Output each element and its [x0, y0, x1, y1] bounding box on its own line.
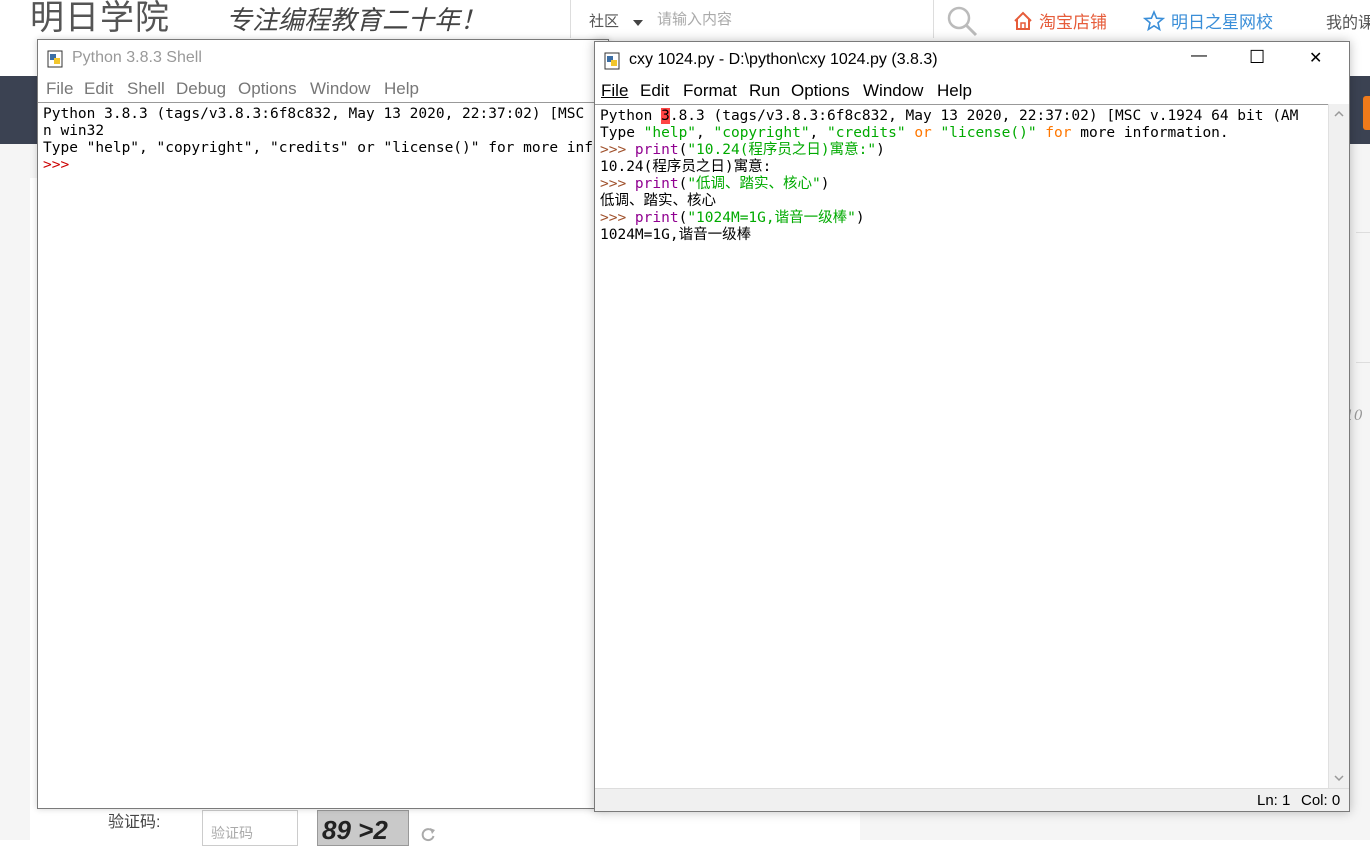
output-line: 1024M=1G,谐音一级棒 — [600, 227, 752, 243]
my-courses-link[interactable]: 我的课 — [1326, 9, 1370, 33]
text-cursor: 3 — [661, 108, 670, 124]
shell-menubar: File Edit Shell Debug Options Window Hel… — [38, 76, 608, 102]
taobao-shop-link[interactable]: 淘宝店铺 — [1013, 8, 1107, 33]
scroll-down-icon[interactable] — [1329, 770, 1349, 786]
code-line: Python 3.8.3 (tags/v3.8.3:6f8c832, May 1… — [600, 108, 1299, 124]
shell-prompt: >>> — [43, 157, 70, 173]
editor-titlebar[interactable]: cxy 1024.py - D:\python\cxy 1024.py (3.8… — [595, 42, 1349, 78]
shell-title: Python 3.8.3 Shell — [72, 49, 202, 66]
site-slogan: 专注编程教育二十年！ — [226, 6, 487, 36]
menu-help[interactable]: Help — [937, 81, 972, 101]
menu-format[interactable]: Format — [683, 81, 737, 101]
shell-window[interactable]: Python 3.8.3 Shell File Edit Shell Debug… — [37, 39, 609, 809]
minimize-button[interactable]: — — [1191, 47, 1207, 65]
mingri-star-link[interactable]: 明日之星网校 — [1143, 8, 1273, 33]
taobao-shop-label: 淘宝店铺 — [1039, 13, 1107, 32]
menu-debug[interactable]: Debug — [176, 79, 226, 99]
search-icon[interactable] — [945, 4, 979, 38]
vertical-scrollbar[interactable] — [1328, 104, 1349, 788]
menu-file[interactable]: File — [46, 79, 73, 99]
captcha-input[interactable]: 验证码 — [202, 810, 298, 846]
shell-line: Type "help", "copyright", "credits" or "… — [43, 140, 608, 156]
python-file-icon — [604, 52, 620, 70]
shell-titlebar[interactable]: Python 3.8.3 Shell — [38, 40, 608, 76]
menu-file[interactable]: File — [601, 81, 628, 101]
site-search-box[interactable]: 社区 请输入内容 — [570, 0, 934, 38]
site-logo[interactable]: 明日学院 — [30, 0, 170, 39]
menu-options[interactable]: Options — [238, 79, 297, 99]
code-line: >>> print("10.24(程序员之日)寓意:") — [600, 142, 885, 158]
close-button[interactable]: ✕ — [1309, 48, 1322, 68]
divider — [1356, 362, 1370, 363]
code-line: Type "help", "copyright", "credits" or "… — [600, 125, 1229, 141]
status-line: Ln: 1 — [1257, 792, 1291, 809]
output-line: 低调、踏实、核心 — [600, 193, 716, 209]
star-icon — [1143, 9, 1165, 31]
captcha-label: 验证码: — [108, 814, 161, 831]
output-line: 10.24(程序员之日)寓意: — [600, 159, 772, 175]
captcha-placeholder: 验证码 — [211, 825, 253, 841]
menu-run[interactable]: Run — [749, 81, 780, 101]
editor-menubar: File Edit Format Run Options Window Help — [595, 78, 1349, 104]
menu-help[interactable]: Help — [384, 79, 419, 99]
search-input[interactable]: 请输入内容 — [657, 8, 732, 29]
menu-edit[interactable]: Edit — [84, 79, 113, 99]
shell-line: Python 3.8.3 (tags/v3.8.3:6f8c832, May 1… — [43, 106, 585, 122]
editor-title: cxy 1024.py - D:\python\cxy 1024.py (3.8… — [629, 51, 938, 68]
menu-options[interactable]: Options — [791, 81, 850, 101]
menu-window[interactable]: Window — [863, 81, 923, 101]
menu-window[interactable]: Window — [310, 79, 370, 99]
shell-line: n win32 — [43, 123, 105, 139]
menu-shell[interactable]: Shell — [127, 79, 165, 99]
menu-edit[interactable]: Edit — [640, 81, 669, 101]
divider — [1356, 232, 1370, 233]
code-line: >>> print("低调、踏实、核心") — [600, 176, 830, 192]
status-column: Col: 0 — [1301, 792, 1341, 809]
home-icon — [1014, 11, 1032, 30]
chevron-down-icon[interactable] — [633, 20, 643, 26]
scroll-up-icon[interactable] — [1329, 106, 1349, 122]
captcha-text: 89 >2 — [322, 815, 388, 845]
orange-side-tab[interactable] — [1363, 96, 1370, 130]
python-idle-icon — [47, 50, 63, 68]
code-line: >>> print("1024M=1G,谐音一级棒") — [600, 210, 865, 226]
editor-window[interactable]: cxy 1024.py - D:\python\cxy 1024.py (3.8… — [594, 41, 1350, 812]
mingri-star-label: 明日之星网校 — [1171, 13, 1273, 32]
maximize-button[interactable]: ☐ — [1249, 47, 1265, 68]
community-select[interactable]: 社区 — [589, 10, 619, 31]
editor-text-area[interactable]: Python 3.8.3 (tags/v3.8.3:6f8c832, May 1… — [595, 104, 1328, 788]
shell-output-area[interactable]: Python 3.8.3 (tags/v3.8.3:6f8c832, May 1… — [38, 102, 608, 786]
status-bar: Ln: 1 Col: 0 — [595, 788, 1349, 811]
captcha-image[interactable]: 89 >2 — [317, 810, 409, 846]
